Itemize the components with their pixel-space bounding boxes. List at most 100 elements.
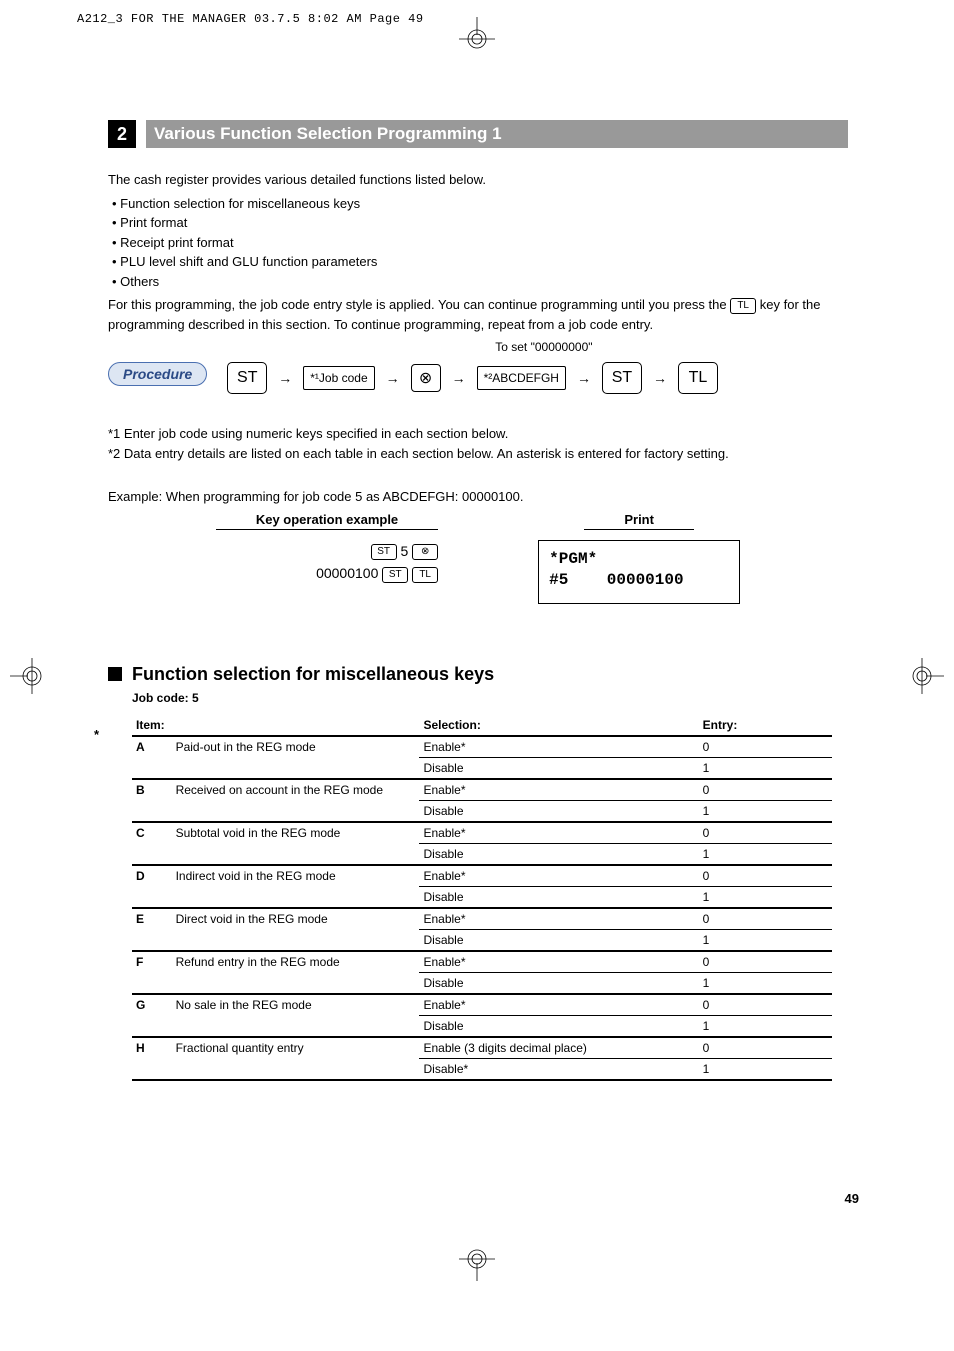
multiply-key-icon: ⊗ <box>411 364 441 392</box>
section-header: 2 Various Function Selection Programming… <box>108 120 848 148</box>
section-title: Various Function Selection Programming 1 <box>146 120 848 148</box>
row-letter: G <box>132 994 172 1016</box>
print-value: 00000100 <box>607 571 684 589</box>
tl-key-icon: TL <box>730 298 756 314</box>
row-item <box>172 929 420 951</box>
row-entry: 0 <box>699 994 832 1016</box>
print-receipt: *PGM* #5 00000100 <box>538 540 740 604</box>
row-selection: Disable* <box>419 1058 698 1080</box>
bullet-item: Function selection for miscellaneous key… <box>112 194 848 214</box>
table-row: APaid-out in the REG modeEnable*0 <box>132 736 832 758</box>
row-item: Indirect void in the REG mode <box>172 865 420 887</box>
row-selection: Enable (3 digits decimal place) <box>419 1037 698 1059</box>
row-selection: Enable* <box>419 779 698 801</box>
row-item <box>172 1015 420 1037</box>
procedure-flow: To set "00000000" ST → *¹Job code → ⊗ → … <box>227 362 718 394</box>
row-selection: Enable* <box>419 951 698 973</box>
table-row: Disable1 <box>132 886 832 908</box>
section-number: 2 <box>108 120 136 148</box>
procedure-label: Procedure <box>108 362 207 386</box>
row-letter: E <box>132 908 172 930</box>
col-header-item: Item: <box>132 715 419 736</box>
abcdefgh-box: *²ABCDEFGH <box>477 366 566 390</box>
row-letter <box>132 929 172 951</box>
print-line: *PGM* <box>549 549 729 570</box>
row-entry: 0 <box>699 736 832 758</box>
print-line: #5 00000100 <box>549 570 729 591</box>
row-item: Subtotal void in the REG mode <box>172 822 420 844</box>
row-letter <box>132 972 172 994</box>
row-item <box>172 843 420 865</box>
row-selection: Disable <box>419 929 698 951</box>
row-entry: 1 <box>699 757 832 779</box>
row-entry: 0 <box>699 779 832 801</box>
st-key-icon: ST <box>371 544 397 560</box>
asterisk-marker: * <box>94 727 99 742</box>
arrow-right-icon: → <box>383 370 403 386</box>
footnote-1: *1 Enter job code using numeric keys spe… <box>108 424 848 444</box>
table-row: EDirect void in the REG modeEnable*0 <box>132 908 832 930</box>
row-item <box>172 972 420 994</box>
row-item: Paid-out in the REG mode <box>172 736 420 758</box>
row-selection: Enable* <box>419 865 698 887</box>
intro-lead: The cash register provides various detai… <box>108 170 848 190</box>
subsection-heading: Function selection for miscellaneous key… <box>108 664 848 685</box>
footnotes: *1 Enter job code using numeric keys spe… <box>108 424 848 463</box>
square-bullet-icon <box>108 667 122 681</box>
table-row: HFractional quantity entryEnable (3 digi… <box>132 1037 832 1059</box>
bullet-item: PLU level shift and GLU function paramet… <box>112 252 848 272</box>
table-row: Disable1 <box>132 1015 832 1037</box>
to-set-label: To set "00000000" <box>495 340 592 354</box>
row-item: Refund entry in the REG mode <box>172 951 420 973</box>
row-selection: Disable <box>419 800 698 822</box>
arrow-right-icon: → <box>449 370 469 386</box>
row-letter <box>132 1015 172 1037</box>
row-letter <box>132 886 172 908</box>
print-header: A212_3 FOR THE MANAGER 03.7.5 8:02 AM Pa… <box>77 12 424 26</box>
subsection-title: Function selection for miscellaneous key… <box>132 664 494 685</box>
key-operation-heading: Key operation example <box>216 512 438 530</box>
row-entry: 0 <box>699 951 832 973</box>
row-letter <box>132 1058 172 1080</box>
table-row: Disable1 <box>132 929 832 951</box>
print-column: Print *PGM* #5 00000100 <box>538 512 740 604</box>
example-block: Example: When programming for job code 5… <box>108 489 848 604</box>
table-row: CSubtotal void in the REG modeEnable*0 <box>132 822 832 844</box>
col-header-selection: Selection: <box>419 715 698 736</box>
crop-mark-icon <box>447 17 507 57</box>
bullet-item: Print format <box>112 213 848 233</box>
arrow-right-icon: → <box>574 370 594 386</box>
function-table: Item: Selection: Entry: APaid-out in the… <box>132 715 832 1081</box>
print-label: #5 <box>549 571 568 589</box>
crop-mark-icon <box>904 646 944 706</box>
table-row: Disable1 <box>132 800 832 822</box>
row-selection: Disable <box>419 757 698 779</box>
row-item: No sale in the REG mode <box>172 994 420 1016</box>
bullet-item: Others <box>112 272 848 292</box>
row-entry: 1 <box>699 843 832 865</box>
keyop-num: 00000100 <box>316 565 378 581</box>
bullet-item: Receipt print format <box>112 233 848 253</box>
row-letter <box>132 843 172 865</box>
table-row: Disable1 <box>132 972 832 994</box>
example-lead: Example: When programming for job code 5… <box>108 489 848 504</box>
table-row: Disable*1 <box>132 1058 832 1080</box>
row-entry: 1 <box>699 972 832 994</box>
row-entry: 0 <box>699 1037 832 1059</box>
table-row: DIndirect void in the REG modeEnable*0 <box>132 865 832 887</box>
row-entry: 1 <box>699 886 832 908</box>
row-entry: 0 <box>699 865 832 887</box>
row-selection: Disable <box>419 843 698 865</box>
row-selection: Enable* <box>419 994 698 1016</box>
tl-key-icon: TL <box>412 567 438 583</box>
arrow-right-icon: → <box>650 370 670 386</box>
row-item <box>172 886 420 908</box>
row-item <box>172 800 420 822</box>
row-item <box>172 757 420 779</box>
intro-paragraph: For this programming, the job code entry… <box>108 295 848 334</box>
row-letter: F <box>132 951 172 973</box>
row-letter: B <box>132 779 172 801</box>
crop-mark-icon <box>10 646 50 706</box>
key-operation-column: Key operation example ST 5 ⊗ 00000100 ST… <box>216 512 438 604</box>
table-row: Disable1 <box>132 757 832 779</box>
